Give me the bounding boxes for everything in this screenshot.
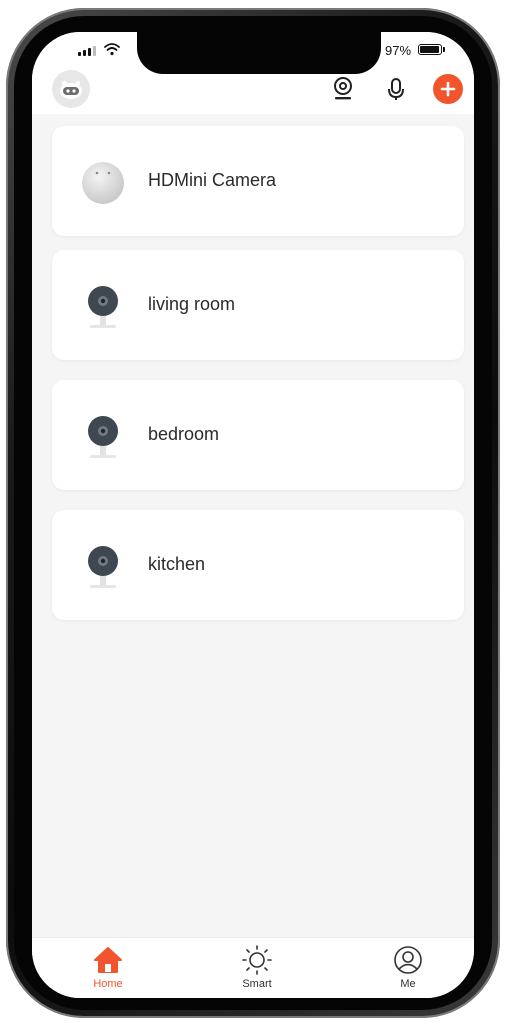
device-card[interactable]: bedroom [52,380,464,490]
device-name: bedroom [148,424,220,444]
camera-icon[interactable] [328,74,358,104]
tab-smart[interactable]: Smart [217,944,297,990]
tab-label: Smart [242,978,272,990]
microphone-icon[interactable] [381,74,411,104]
device-card[interactable]: kitchen [52,510,464,620]
add-device-button[interactable] [433,74,463,104]
device-card[interactable]: HDMini Camera [52,126,464,236]
bottom-tab-bar: Home Smart Me [32,937,474,998]
wifi-icon [104,43,120,56]
device-name: kitchen [148,554,206,574]
device-card[interactable]: living room [52,250,464,360]
tab-label: Me [400,978,416,990]
battery-icon [418,44,442,55]
battery-percentage: 97% [385,43,412,58]
battery-fill [420,46,440,53]
security-camera-icon [88,416,118,458]
user-icon [391,944,425,976]
notch [137,32,381,74]
security-camera-icon [88,286,118,328]
mini-camera-icon [82,162,124,204]
robot-avatar-icon[interactable] [52,70,90,108]
signal-icon [78,46,96,56]
tab-me[interactable]: Me [368,944,448,990]
plus-icon [440,81,456,97]
device-name: HDMini Camera [148,170,277,190]
tab-home[interactable]: Home [68,944,148,990]
device-name: living room [148,294,236,314]
battery-tip [443,47,445,52]
home-icon [91,944,125,976]
tab-label: Home [93,978,123,990]
security-camera-icon [88,546,118,588]
sun-icon [240,944,274,976]
app-screen: 97% HDMini Camera living room bedroom ki… [32,32,474,998]
